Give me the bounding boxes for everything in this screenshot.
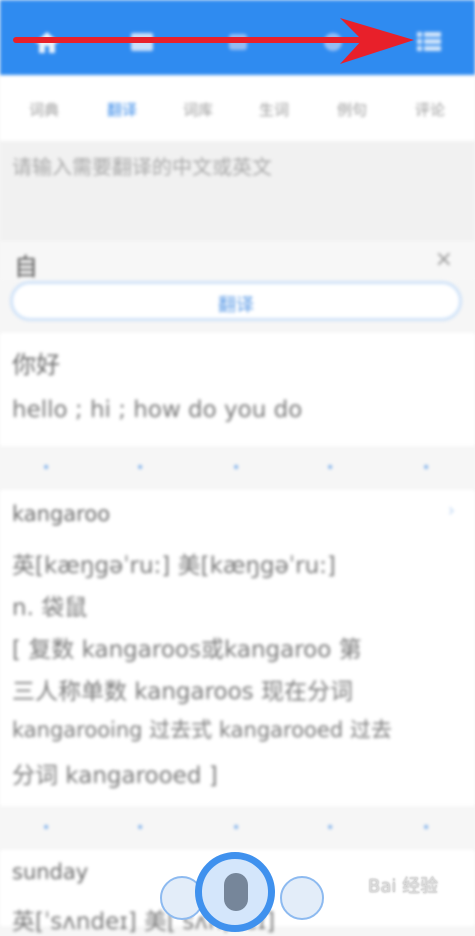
tab-wordbank[interactable]: 词库	[168, 99, 228, 120]
result-actions: • • • • •	[0, 446, 475, 482]
microphone-icon	[224, 873, 248, 911]
result-word: kangaroo	[12, 502, 111, 526]
result-definition: hello ; hi ; how do you do	[12, 397, 303, 423]
translate-button[interactable]: 翻译	[10, 281, 462, 321]
language-selector[interactable]: 自	[14, 247, 38, 282]
action-icon[interactable]: •	[42, 820, 50, 836]
tab-dictionary[interactable]: 词典	[14, 99, 74, 120]
tab-translate[interactable]: 翻译	[92, 99, 152, 120]
result-forms: 分词 kangarooed ]	[12, 763, 218, 789]
translate-button-label: 翻译	[218, 295, 254, 316]
result-word: 你好	[12, 351, 60, 379]
input-placeholder: 请输入需要翻译的中文或英文	[12, 155, 272, 179]
result-word: sunday	[12, 860, 89, 884]
language-row: 自 ×	[0, 241, 475, 281]
action-icon[interactable]: •	[136, 820, 144, 836]
result-forms: kangarooing 过去式 kangarooed 过去	[12, 718, 392, 742]
tab-comments[interactable]: 评论	[400, 99, 460, 120]
result-forms: 三人称单数 kangaroos 现在分词	[12, 679, 353, 705]
action-icon[interactable]: •	[326, 820, 334, 836]
action-icon[interactable]: •	[42, 460, 50, 476]
action-icon[interactable]: •	[326, 460, 334, 476]
action-icon[interactable]: •	[232, 820, 240, 836]
result-definition: n. 袋鼠	[12, 595, 88, 621]
tab-examples[interactable]: 例句	[322, 99, 382, 120]
chevron-icon[interactable]: ›	[448, 500, 455, 521]
result-card[interactable]: kangaroo › 英[kæŋgəˈru:] 美[kæŋgəˈru:] n. …	[0, 490, 475, 806]
result-actions: • • • • •	[0, 806, 475, 842]
action-icon[interactable]: •	[232, 460, 240, 476]
microphone-button[interactable]	[195, 852, 275, 932]
result-phonetic: 英[kæŋgəˈru:] 美[kæŋgəˈru:]	[12, 553, 336, 579]
action-icon[interactable]: •	[422, 820, 430, 836]
action-icon[interactable]: •	[136, 460, 144, 476]
tab-newwords[interactable]: 生词	[244, 99, 304, 120]
watermark: Bai 经验	[368, 876, 439, 897]
annotation-arrow	[13, 18, 414, 64]
clear-icon[interactable]: ×	[435, 247, 453, 272]
result-card[interactable]: 你好 hello ; hi ; how do you do	[0, 333, 475, 446]
language-switch-button[interactable]	[280, 876, 324, 920]
translate-input[interactable]: 请输入需要翻译的中文或英文	[0, 141, 475, 241]
result-forms: [ 复数 kangaroos或kangaroo 第	[12, 637, 362, 663]
action-icon[interactable]: •	[422, 460, 430, 476]
